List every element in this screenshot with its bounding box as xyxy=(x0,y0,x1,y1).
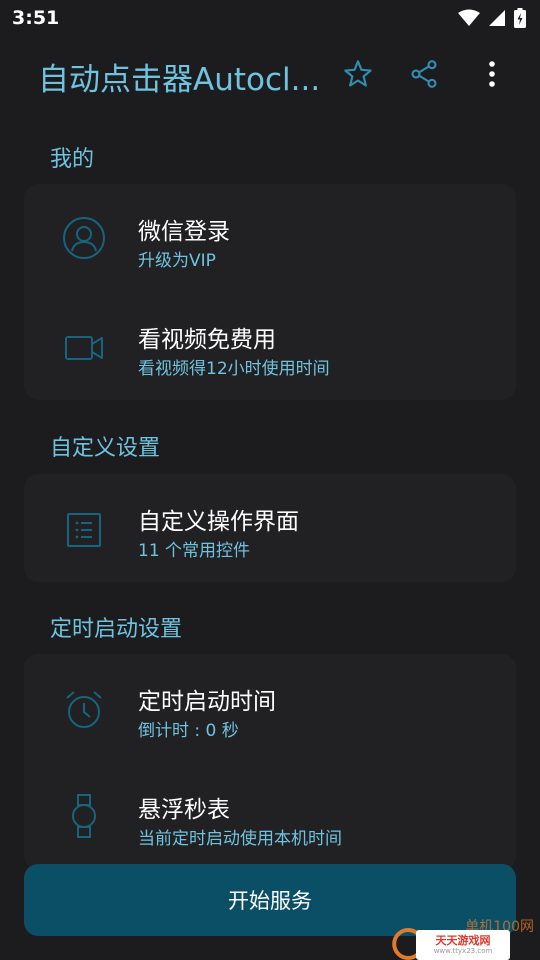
card-mine: 微信登录 升级为VIP 看视频免费用 看视频得12小时使用时间 xyxy=(24,184,516,400)
status-time: 3:51 xyxy=(12,7,60,29)
row-title: 自定义操作界面 xyxy=(138,509,299,535)
screen: 3:51 自动点击器Autocl... 我的 微信登录 升级为VIP 看视频免费… xyxy=(0,0,540,960)
row-title: 看视频免费用 xyxy=(138,327,276,353)
star-icon[interactable] xyxy=(340,56,376,92)
alarm-clock-icon xyxy=(60,686,108,734)
row-floating-stopwatch[interactable]: 悬浮秒表 当前定时启动使用本机时间 xyxy=(24,762,516,870)
more-vert-icon[interactable] xyxy=(474,56,510,92)
row-subtitle: 倒计时 : 0 秒 xyxy=(138,721,239,741)
watermark-box: 天天游戏网 www.ttyx23.com xyxy=(416,930,510,960)
card-custom: 自定义操作界面 11 个常用控件 xyxy=(24,474,516,582)
video-camera-icon xyxy=(60,324,108,372)
section-title-mine: 我的 xyxy=(50,147,95,172)
row-title: 定时启动时间 xyxy=(138,689,276,715)
app-title: 自动点击器Autocl... xyxy=(38,62,321,98)
watermark: 单机100网 天天游戏网 www.ttyx23.com xyxy=(390,916,540,960)
row-timer-start[interactable]: 定时启动时间 倒计时 : 0 秒 xyxy=(24,654,516,762)
status-bar: 3:51 xyxy=(0,0,540,36)
row-title: 微信登录 xyxy=(138,219,230,245)
row-watch-video[interactable]: 看视频免费用 看视频得12小时使用时间 xyxy=(24,292,516,400)
row-custom-ui[interactable]: 自定义操作界面 11 个常用控件 xyxy=(24,474,516,582)
watermark-box-url: www.ttyx23.com xyxy=(433,946,493,955)
list-icon xyxy=(60,506,108,554)
row-subtitle: 11 个常用控件 xyxy=(138,541,251,561)
share-icon[interactable] xyxy=(406,56,442,92)
row-subtitle: 看视频得12小时使用时间 xyxy=(138,359,330,379)
battery-icon xyxy=(514,8,526,28)
watch-icon xyxy=(60,792,108,840)
watermark-box-main: 天天游戏网 xyxy=(435,933,491,947)
row-subtitle: 当前定时启动使用本机时间 xyxy=(138,829,342,849)
wifi-icon xyxy=(458,9,480,26)
status-icons xyxy=(458,8,526,28)
app-bar: 自动点击器Autocl... xyxy=(0,36,540,112)
row-title: 悬浮秒表 xyxy=(138,797,230,823)
user-icon xyxy=(60,214,108,262)
card-timer: 定时启动时间 倒计时 : 0 秒 悬浮秒表 当前定时启动使用本机时间 xyxy=(24,654,516,870)
signal-icon xyxy=(489,10,505,26)
section-title-timer: 定时启动设置 xyxy=(50,617,183,642)
section-title-custom: 自定义设置 xyxy=(50,436,161,461)
row-wechat-login[interactable]: 微信登录 升级为VIP xyxy=(24,184,516,292)
row-subtitle: 升级为VIP xyxy=(138,251,216,271)
